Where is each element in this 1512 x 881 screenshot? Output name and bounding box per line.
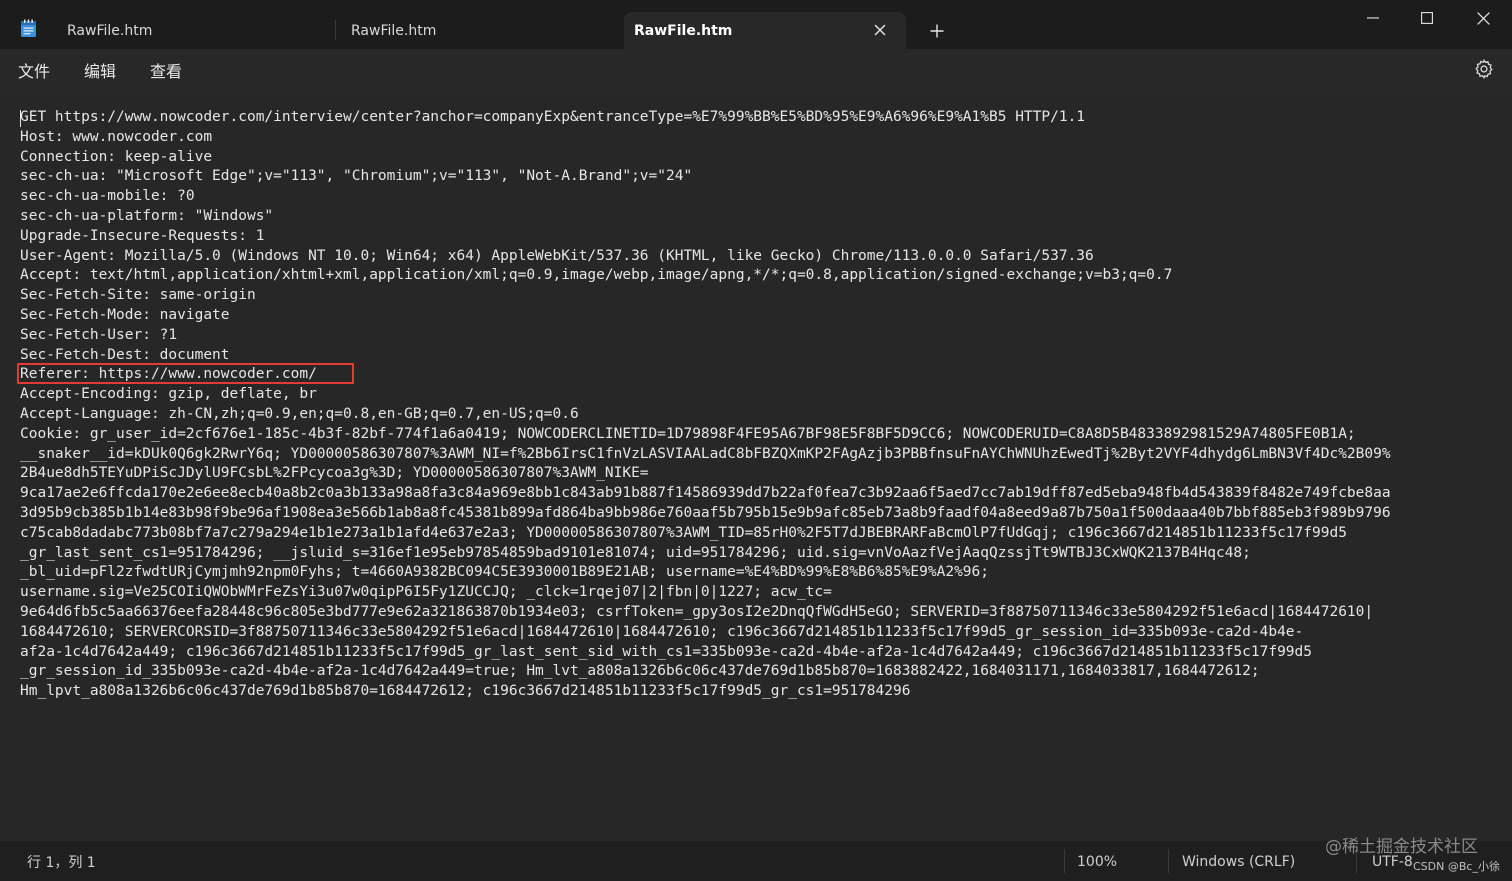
menu-view[interactable]: 查看 [150,58,182,82]
editor-line: sec-ch-ua-platform: "Windows" [20,207,274,224]
menu-edit[interactable]: 编辑 [84,58,116,82]
editor-line: Accept-Language: zh-CN,zh;q=0.9,en;q=0.8… [20,405,579,422]
editor-line: 2B4ue8dh5TEYuDPiScJDylU9FCsbL%2FPcycoa3g… [20,465,649,482]
editor-line: Sec-Fetch-Site: same-origin [20,287,256,304]
line-ending[interactable]: Windows (CRLF) [1182,852,1295,872]
cursor-position[interactable]: 行 1，列 1 [27,852,96,872]
editor-line: 9e64d6fb5c5aa66376eefa28448c96c805e3bd77… [20,603,1374,620]
gear-icon[interactable] [1473,58,1495,80]
tab-rawfile-2[interactable]: RawFile.htm [335,12,619,49]
tab-rawfile-1[interactable]: RawFile.htm [51,12,335,49]
referer-highlight-box [17,363,354,384]
editor-line: Accept: text/html,application/xhtml+xml,… [20,267,1173,284]
tab-rawfile-active[interactable]: RawFile.htm [624,12,906,49]
status-separator [1168,849,1169,873]
tab-label: RawFile.htm [634,22,733,39]
text-cursor [20,110,21,127]
close-window-icon[interactable] [1460,5,1506,31]
editor-line: username.sig=Ve25COIiQWObWMrFeZsYi3u07w0… [20,584,832,601]
notepad-icon [20,19,37,38]
editor-line: sec-ch-ua-mobile: ?0 [20,188,195,205]
editor-line: __snaker__id=kDUk0Q6gk2RwrY6q; YD0000058… [20,445,1391,462]
menu-file[interactable]: 文件 [18,58,50,82]
editor-line: 9ca17ae2e6ffcda170e2e6ee8ecb40a8b2c0a3b1… [20,485,1391,502]
editor-line: _gr_last_sent_cs1=951784296; __jsluid_s=… [20,544,1251,561]
watermark-site: @稀土掘金技术社区 [1325,837,1478,857]
maximize-icon[interactable] [1404,5,1450,31]
editor-line: 3d95b9cb385b1b14e83b98f9be96af1908ea3e56… [20,504,1391,521]
editor-line: Sec-Fetch-Mode: navigate [20,306,230,323]
editor-line: Connection: keep-alive [20,148,213,165]
title-bar: RawFile.htm RawFile.htm RawFile.htm [0,0,1512,49]
editor-line: _bl_uid=pFl2zfwdtURjCymjmh92npm0Fyhs; t=… [20,564,990,581]
tab-label: RawFile.htm [351,22,437,39]
close-icon[interactable] [872,22,888,38]
editor-line: c75cab8dadabc773b08bf7a7c279a294e1b1e273… [20,524,1347,541]
editor-line: GET https://www.nowcoder.com/interview/c… [20,109,1086,125]
editor-line: User-Agent: Mozilla/5.0 (Windows NT 10.0… [20,247,1094,264]
editor-line: af2a-1c4d7642a449; c196c3667d214851b1123… [20,643,1313,660]
editor-line: _gr_session_id_335b093e-ca2d-4b4e-af2a-1… [20,663,1260,680]
editor-line: Host: www.nowcoder.com [20,128,213,145]
zoom-level[interactable]: 100% [1077,852,1117,872]
editor-line: 1684472610; SERVERCORSID=3f88750711346c3… [20,623,1304,640]
editor-content[interactable]: GET https://www.nowcoder.com/interview/c… [20,108,1510,702]
editor-line: sec-ch-ua: "Microsoft Edge";v="113", "Ch… [20,168,693,185]
menu-bar: 文件 编辑 查看 [0,49,1512,91]
editor-line: Accept-Encoding: gzip, deflate, br [20,386,317,403]
text-editor[interactable]: GET https://www.nowcoder.com/interview/c… [0,91,1512,841]
editor-line: Cookie: gr_user_id=2cf676e1-185c-4b3f-82… [20,425,1356,442]
status-separator [1064,849,1065,873]
plus-icon[interactable] [926,20,948,42]
editor-line: Sec-Fetch-User: ?1 [20,326,178,343]
tab-label: RawFile.htm [67,22,153,39]
minimize-icon[interactable] [1350,5,1396,31]
editor-line: Hm_lpvt_a808a1326b6c06c437de769d1b85b870… [20,683,911,700]
watermark-author: CSDN @Bc_小徐 [1413,860,1500,873]
status-bar: 行 1，列 1 100% Windows (CRLF) UTF-8 [0,841,1512,881]
editor-line: Upgrade-Insecure-Requests: 1 [20,227,265,244]
